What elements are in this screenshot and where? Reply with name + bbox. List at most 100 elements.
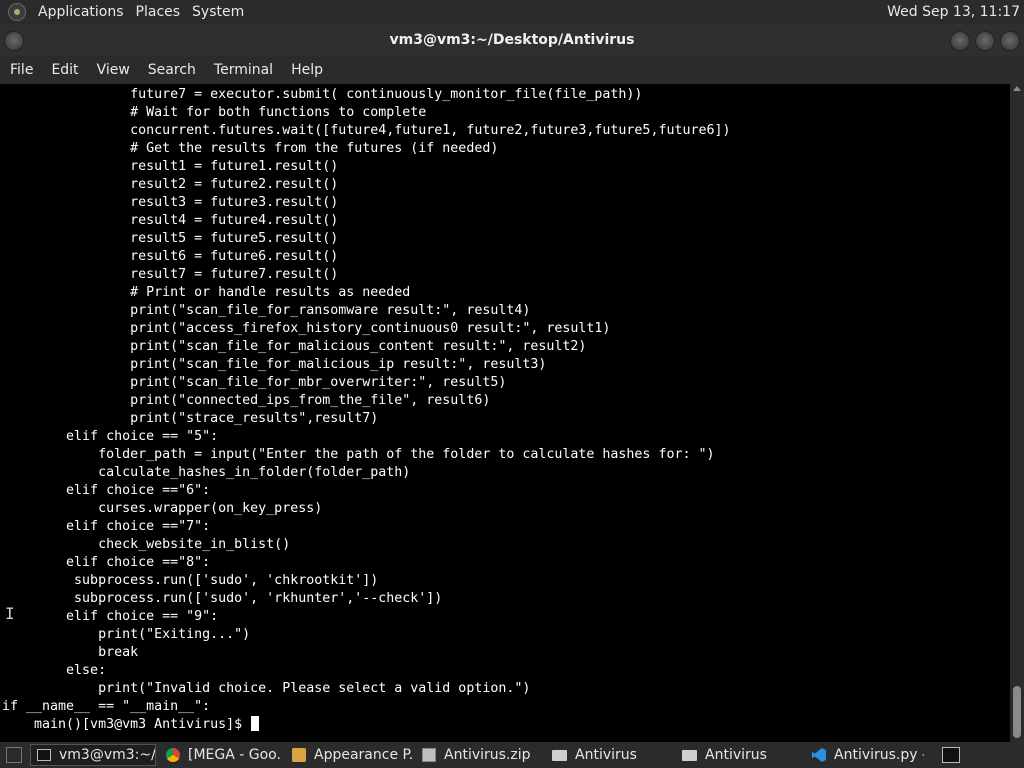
terminal-line: print("Invalid choice. Please select a v… xyxy=(2,680,731,698)
terminal-line-text: main()[vm3@vm3 Antivirus]$ xyxy=(2,717,251,732)
terminal-line-text: result1 = future1.result() xyxy=(2,159,339,174)
minimize-button[interactable] xyxy=(950,31,970,51)
terminal-line-text: elif choice == "9": xyxy=(2,609,219,624)
terminal-line-text: else: xyxy=(2,663,107,678)
menu-help[interactable]: Help xyxy=(282,62,332,78)
task-label: vm3@vm3:~/... xyxy=(59,747,156,763)
task-label: Antivirus.py - ... xyxy=(834,747,924,763)
menu-terminal[interactable]: Terminal xyxy=(205,62,282,78)
folder-icon xyxy=(552,749,567,761)
archive-icon xyxy=(422,748,436,762)
terminal-line: print("scan_file_for_ransomware result:"… xyxy=(2,302,731,320)
terminal-line: result7 = future7.result() xyxy=(2,266,731,284)
task-label: [MEGA - Goo... xyxy=(188,747,282,763)
terminal-line: elif choice =="8": xyxy=(2,554,731,572)
task-folder-1[interactable]: Antivirus xyxy=(546,744,672,766)
menu-view[interactable]: View xyxy=(88,62,139,78)
terminal-line-text: future7 = executor.submit( continuously_… xyxy=(2,87,643,102)
system-menu[interactable]: System xyxy=(186,4,250,20)
task-archive[interactable]: Antivirus.zip xyxy=(416,744,542,766)
task-terminal[interactable]: vm3@vm3:~/... xyxy=(30,744,156,766)
terminal-line-text: print("scan_file_for_mbr_overwriter:", r… xyxy=(2,375,507,390)
terminal-line-text: print("access_firefox_history_continuous… xyxy=(2,321,611,336)
show-desktop-icon[interactable] xyxy=(6,747,22,763)
task-folder-2[interactable]: Antivirus xyxy=(676,744,802,766)
maximize-button[interactable] xyxy=(975,31,995,51)
terminal-line-text: subprocess.run(['sudo', 'rkhunter','--ch… xyxy=(2,591,443,606)
terminal-line-text: subprocess.run(['sudo', 'chkrootkit']) xyxy=(2,573,379,588)
terminal-line: # Get the results from the futures (if n… xyxy=(2,140,731,158)
terminal-line: curses.wrapper(on_key_press) xyxy=(2,500,731,518)
terminal-line-text: break xyxy=(2,645,139,660)
close-button[interactable] xyxy=(1000,31,1020,51)
terminal-line-text: # Get the results from the futures (if n… xyxy=(2,141,499,156)
terminal-line: # Print or handle results as needed xyxy=(2,284,731,302)
terminal-line-text: calculate_hashes_in_folder(folder_path) xyxy=(2,465,411,480)
appearance-icon xyxy=(292,748,306,762)
menu-edit[interactable]: Edit xyxy=(42,62,87,78)
terminal-line-text: print("scan_file_for_malicious_ip result… xyxy=(2,357,547,372)
task-label: Antivirus xyxy=(575,747,637,763)
terminal-line-text: elif choice =="8": xyxy=(2,555,211,570)
terminal-line-text: elif choice =="7": xyxy=(2,519,211,534)
text-cursor xyxy=(251,716,260,731)
terminal-line-text: print("connected_ips_from_the_file", res… xyxy=(2,393,491,408)
task-label: Antivirus.zip xyxy=(444,747,531,763)
terminal-line-text: check_website_in_blist() xyxy=(2,537,291,552)
terminal-line: print("connected_ips_from_the_file", res… xyxy=(2,392,731,410)
terminal-menubar: File Edit View Search Terminal Help xyxy=(0,56,1024,84)
terminal-line: calculate_hashes_in_folder(folder_path) xyxy=(2,464,731,482)
terminal-lines: future7 = executor.submit( continuously_… xyxy=(2,86,731,734)
scrollbar-thumb[interactable] xyxy=(1013,686,1021,738)
terminal-line-text: result2 = future2.result() xyxy=(2,177,339,192)
terminal-line-text: # Wait for both functions to complete xyxy=(2,105,427,120)
terminal-line-text: folder_path = input("Enter the path of t… xyxy=(2,447,715,462)
terminal-line: result2 = future2.result() xyxy=(2,176,731,194)
terminal-line: if __name__ == "__main__": xyxy=(2,698,731,716)
window-menu-button[interactable] xyxy=(4,31,24,51)
applications-menu[interactable]: Applications xyxy=(32,4,130,20)
terminal-line: result4 = future4.result() xyxy=(2,212,731,230)
terminal-line: main()[vm3@vm3 Antivirus]$ xyxy=(2,716,731,734)
distro-logo-icon[interactable] xyxy=(8,3,26,21)
tray-terminal-icon[interactable] xyxy=(942,747,960,763)
terminal-line-text: result3 = future3.result() xyxy=(2,195,339,210)
scroll-up-icon[interactable] xyxy=(1013,86,1021,91)
terminal-line: result1 = future1.result() xyxy=(2,158,731,176)
terminal-line: else: xyxy=(2,662,731,680)
clock[interactable]: Wed Sep 13, 11:17 xyxy=(887,4,1024,20)
taskbar: vm3@vm3:~/... [MEGA - Goo... Appearance … xyxy=(0,742,1024,768)
task-appearance[interactable]: Appearance P... xyxy=(286,744,412,766)
terminal-line: subprocess.run(['sudo', 'chkrootkit']) xyxy=(2,572,731,590)
folder-icon xyxy=(682,749,697,761)
terminal-line-text: print("Exiting...") xyxy=(2,627,251,642)
terminal-line: result6 = future6.result() xyxy=(2,248,731,266)
terminal-line: print("Exiting...") xyxy=(2,626,731,644)
terminal-line: elif choice == "5": xyxy=(2,428,731,446)
menu-search[interactable]: Search xyxy=(139,62,205,78)
terminal-line: subprocess.run(['sudo', 'rkhunter','--ch… xyxy=(2,590,731,608)
task-vscode[interactable]: Antivirus.py - ... xyxy=(806,744,924,766)
task-chrome[interactable]: [MEGA - Goo... xyxy=(160,744,282,766)
terminal-line-text: concurrent.futures.wait([future4,future1… xyxy=(2,123,731,138)
vscode-icon xyxy=(812,748,826,762)
menu-file[interactable]: File xyxy=(0,62,42,78)
terminal-line-text: print("Invalid choice. Please select a v… xyxy=(2,681,531,696)
terminal-line: elif choice == "9": xyxy=(2,608,731,626)
terminal-line: print("scan_file_for_malicious_content r… xyxy=(2,338,731,356)
terminal-line: print("strace_results",result7) xyxy=(2,410,731,428)
terminal-line: folder_path = input("Enter the path of t… xyxy=(2,446,731,464)
terminal-line-text: print("strace_results",result7) xyxy=(2,411,379,426)
terminal-line-text: result7 = future7.result() xyxy=(2,267,339,282)
terminal-scrollbar[interactable] xyxy=(1010,84,1024,742)
terminal-line: break xyxy=(2,644,731,662)
task-label: Appearance P... xyxy=(314,747,412,763)
terminal-line-text: print("scan_file_for_malicious_content r… xyxy=(2,339,587,354)
terminal-line: concurrent.futures.wait([future4,future1… xyxy=(2,122,731,140)
places-menu[interactable]: Places xyxy=(130,4,187,20)
window-titlebar[interactable]: vm3@vm3:~/Desktop/Antivirus xyxy=(0,24,1024,56)
terminal-line: future7 = executor.submit( continuously_… xyxy=(2,86,731,104)
terminal-line: print("access_firefox_history_continuous… xyxy=(2,320,731,338)
terminal-line: elif choice =="7": xyxy=(2,518,731,536)
terminal-output[interactable]: future7 = executor.submit( continuously_… xyxy=(0,84,1010,742)
